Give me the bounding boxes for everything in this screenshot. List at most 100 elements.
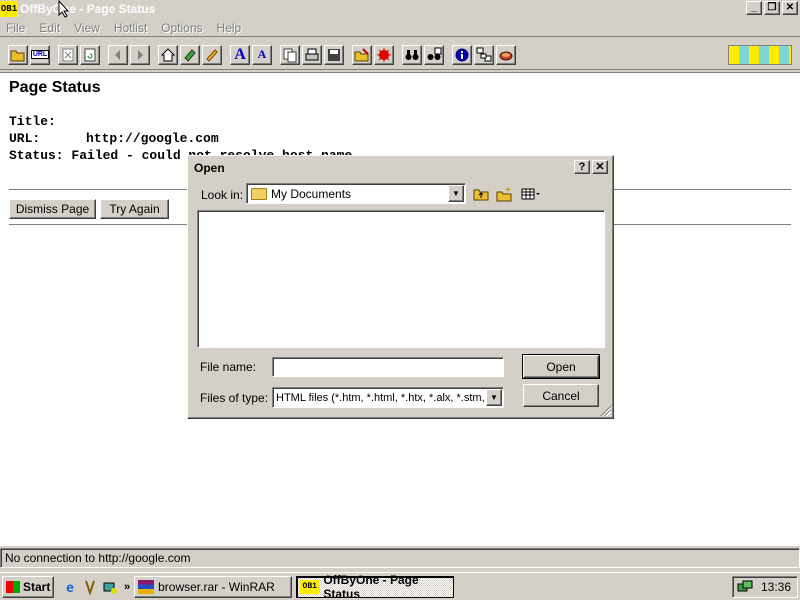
quicklaunch-chevron[interactable]: » bbox=[124, 581, 130, 593]
reload-icon bbox=[84, 48, 96, 61]
new-folder-icon bbox=[496, 187, 512, 202]
status-bar: No connection to http://google.com bbox=[0, 548, 800, 568]
open-folder-icon bbox=[10, 50, 25, 61]
window-title-bar[interactable]: OB1 OffByOne - Page Status _ ❐ ✕ bbox=[0, 0, 800, 18]
quicklaunch-network-icon[interactable] bbox=[102, 579, 118, 595]
highlight-button[interactable] bbox=[202, 44, 222, 65]
page-heading: Page Status bbox=[9, 79, 101, 96]
up-folder-button[interactable] bbox=[471, 185, 491, 203]
open-url-button[interactable]: URL bbox=[30, 44, 50, 65]
menu-edit[interactable]: Edit bbox=[39, 21, 60, 35]
minimize-button[interactable]: _ bbox=[746, 1, 762, 15]
binoculars-icon bbox=[405, 49, 419, 60]
start-button[interactable]: Start bbox=[2, 575, 54, 598]
look-in-label: Look in: bbox=[201, 188, 244, 202]
try-again-button[interactable]: Try Again bbox=[100, 199, 169, 219]
winrar-icon bbox=[138, 579, 155, 594]
close-button[interactable]: ✕ bbox=[782, 1, 798, 15]
status-text: No connection to http://google.com bbox=[5, 551, 191, 565]
info-icon bbox=[455, 48, 469, 61]
font-larger-button[interactable]: A bbox=[230, 44, 250, 65]
open-folder-button[interactable] bbox=[8, 44, 28, 65]
stop-button[interactable] bbox=[58, 44, 78, 65]
info-button[interactable] bbox=[452, 44, 472, 65]
menu-view[interactable]: View bbox=[74, 21, 100, 35]
windows-logo-icon bbox=[6, 580, 20, 593]
activity-indicator bbox=[728, 45, 792, 65]
chevron-down-icon[interactable]: ▼ bbox=[448, 185, 464, 202]
window-title: OffByOne - Page Status bbox=[20, 2, 156, 16]
dialog-close-button[interactable]: ✕ bbox=[592, 160, 608, 174]
back-button[interactable] bbox=[108, 44, 128, 65]
files-of-type-label: Files of type: bbox=[200, 391, 269, 405]
font-larger-icon: A bbox=[234, 45, 246, 63]
mouse-cursor-icon bbox=[58, 0, 70, 18]
look-in-dropdown[interactable]: My Documents ▼ bbox=[246, 183, 466, 204]
floppy-disk-icon bbox=[328, 48, 340, 61]
find-button[interactable] bbox=[402, 44, 422, 65]
chevron-down-icon[interactable]: ▼ bbox=[486, 389, 502, 406]
dialog-title-bar[interactable]: Open ? ✕ bbox=[191, 159, 610, 177]
folder-edit-icon bbox=[354, 47, 369, 61]
images-button[interactable] bbox=[374, 44, 394, 65]
offbyone-icon: OB1 bbox=[300, 579, 320, 594]
url-line: URL: http://google.com bbox=[9, 131, 219, 146]
internet-explorer-icon[interactable]: e bbox=[62, 579, 78, 595]
view-menu-button[interactable] bbox=[518, 185, 544, 203]
bookmark-button[interactable] bbox=[180, 44, 200, 65]
menu-help[interactable]: Help bbox=[217, 21, 242, 35]
cookie-icon bbox=[499, 51, 513, 60]
new-folder-button[interactable] bbox=[494, 185, 514, 203]
start-label: Start bbox=[23, 579, 51, 594]
font-smaller-button[interactable]: A bbox=[252, 44, 272, 65]
dismiss-page-button[interactable]: Dismiss Page bbox=[9, 199, 96, 219]
reload-button[interactable] bbox=[80, 44, 100, 65]
taskbar: Start e » browser.rar - WinRAR OB1 OffBy… bbox=[0, 572, 800, 600]
menu-bar: File Edit View Hotlist Options Help bbox=[0, 19, 800, 37]
view-list-icon bbox=[521, 188, 540, 200]
forward-arrow-icon bbox=[138, 49, 143, 60]
font-smaller-icon: A bbox=[257, 47, 267, 61]
restore-button[interactable]: ❐ bbox=[764, 1, 780, 15]
task-offbyone[interactable]: OB1 OffByOne - Page Status bbox=[296, 573, 455, 600]
back-arrow-icon bbox=[115, 49, 120, 60]
home-icon bbox=[160, 47, 176, 61]
network-tray-icon[interactable] bbox=[737, 579, 753, 595]
quicklaunch-app-icon[interactable] bbox=[82, 579, 98, 595]
copy-button[interactable] bbox=[280, 44, 300, 65]
open-button[interactable]: Open bbox=[522, 354, 600, 379]
url-icon: URL bbox=[30, 50, 50, 59]
url-label: URL: bbox=[9, 131, 41, 146]
menu-hotlist[interactable]: Hotlist bbox=[114, 21, 147, 35]
clock[interactable]: 13:36 bbox=[761, 580, 791, 594]
sitemap-button[interactable] bbox=[474, 44, 494, 65]
menu-file[interactable]: File bbox=[6, 21, 25, 35]
look-in-value: My Documents bbox=[271, 186, 352, 201]
bookmark-icon bbox=[184, 48, 196, 62]
open-dialog: Open ? ✕ Look in: My Documents ▼ File na… bbox=[187, 155, 614, 419]
cancel-button[interactable]: Cancel bbox=[523, 384, 599, 407]
task-winrar[interactable]: browser.rar - WinRAR bbox=[134, 575, 293, 598]
settings-button[interactable] bbox=[352, 44, 372, 65]
sitemap-icon bbox=[476, 47, 492, 61]
dialog-title: Open bbox=[194, 161, 225, 175]
resize-grip-icon[interactable] bbox=[599, 404, 611, 416]
print-button[interactable] bbox=[302, 44, 322, 65]
forward-button[interactable] bbox=[130, 44, 150, 65]
menu-options[interactable]: Options bbox=[161, 21, 202, 35]
file-list[interactable] bbox=[197, 210, 605, 348]
title-line: Title: bbox=[9, 114, 56, 129]
save-button[interactable] bbox=[324, 44, 344, 65]
copy-icon bbox=[283, 48, 297, 62]
dialog-help-button[interactable]: ? bbox=[574, 160, 590, 174]
printer-icon bbox=[305, 48, 319, 60]
files-of-type-dropdown[interactable]: HTML files (*.htm, *.html, *.htx, *.alx,… bbox=[272, 387, 504, 408]
burst-icon bbox=[377, 47, 391, 62]
cookie-button[interactable] bbox=[496, 44, 516, 65]
home-button[interactable] bbox=[158, 44, 178, 65]
app-logo-icon: OB1 bbox=[0, 1, 18, 17]
up-folder-icon bbox=[473, 189, 489, 201]
file-name-input[interactable] bbox=[272, 357, 504, 377]
my-documents-folder-icon bbox=[251, 187, 267, 200]
find-next-button[interactable] bbox=[424, 44, 444, 65]
